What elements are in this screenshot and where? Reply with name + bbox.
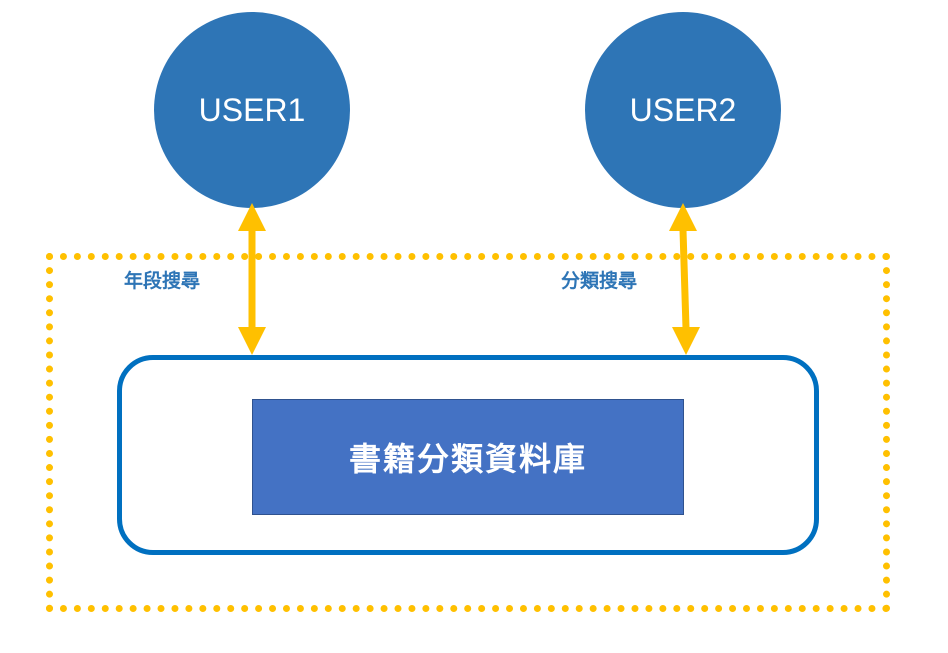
user1-db-arrow xyxy=(238,203,266,355)
arrows-layer xyxy=(238,203,700,355)
diagram-canvas: 書籍分類資料庫 USER1 USER2 年段搜尋 分類搜尋 xyxy=(0,0,948,653)
user2-db-arrow xyxy=(669,203,700,355)
